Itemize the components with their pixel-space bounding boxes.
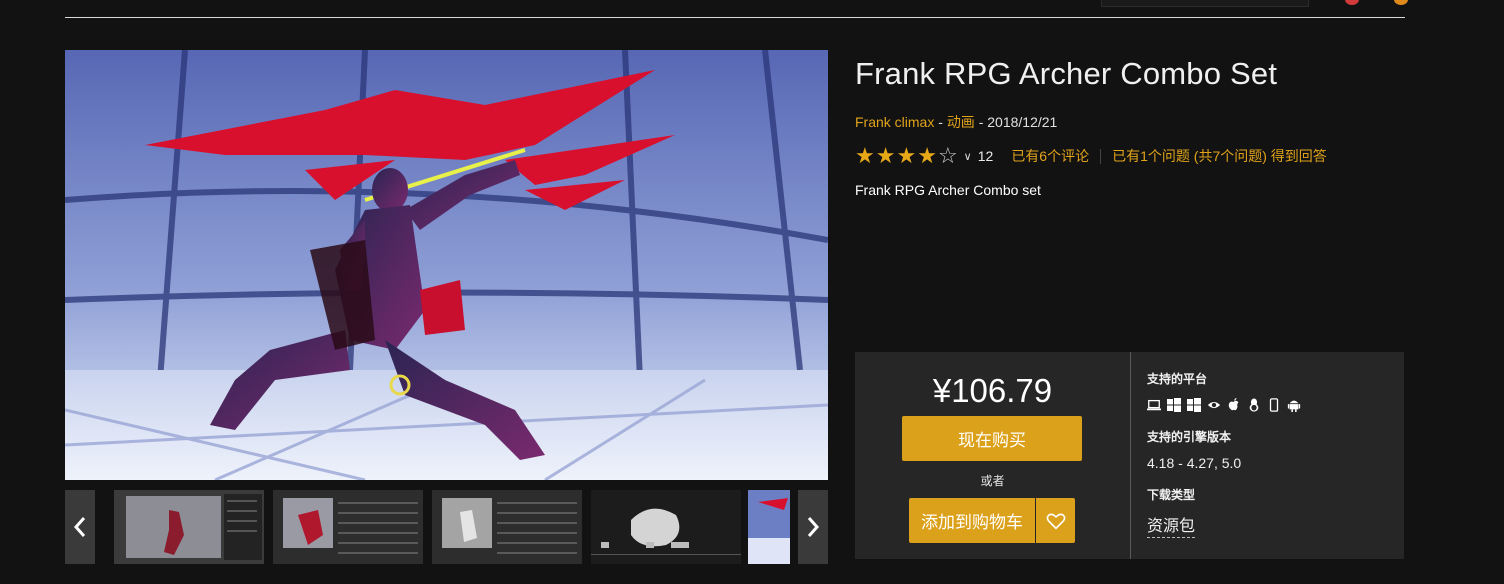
add-to-cart-button[interactable]: 添加到购物车 — [909, 498, 1035, 543]
heart-icon — [1046, 513, 1065, 530]
eye-icon — [1207, 401, 1221, 409]
thumbnail-2[interactable] — [273, 490, 423, 564]
android-icon — [1287, 400, 1301, 412]
header-cart-icon[interactable] — [1394, 0, 1408, 5]
product-title: Frank RPG Archer Combo Set — [855, 56, 1278, 91]
chevron-down-icon[interactable]: ∨ — [964, 150, 972, 163]
download-label: 下载类型 — [1147, 488, 1196, 502]
star-rating[interactable]: ★ ★ ★ ★ ☆ — [855, 145, 959, 167]
purchase-panel: ¥106.79 现在购买 或者 添加到购物车 支持的平台 支持的引擎版本 4.1… — [855, 352, 1404, 559]
product-meta: Frank climax - 动画 - 2018/12/21 — [855, 112, 1057, 132]
engine-label: 支持的引擎版本 — [1147, 430, 1232, 444]
questions-link[interactable]: 已有1个问题 (共7个问题) 得到回答 — [1112, 146, 1327, 166]
divider — [1100, 148, 1102, 164]
star-full-icon: ★ — [896, 143, 917, 168]
engine-versions: 4.18 - 4.27, 5.0 — [1147, 455, 1242, 471]
price: ¥106.79 — [932, 372, 1053, 409]
thumbnail-1[interactable] — [114, 490, 264, 564]
star-full-icon: ★ — [917, 143, 937, 168]
phone-icon — [1269, 398, 1279, 412]
platform-icons — [1147, 398, 1301, 412]
windows-store-icon — [1187, 398, 1201, 412]
linux-icon — [1249, 398, 1259, 412]
rating-count: 12 — [977, 148, 994, 164]
meta-separator: - — [974, 114, 988, 130]
release-date: 2018/12/21 — [987, 114, 1058, 130]
header-search-input[interactable] — [1101, 0, 1309, 7]
category-link[interactable]: 动画 — [947, 114, 975, 130]
thumbnail-5[interactable] — [748, 490, 790, 564]
thumbnail-strip — [65, 490, 828, 564]
download-type[interactable]: 资源包 — [1147, 512, 1196, 538]
reviews-link[interactable]: 已有6个评论 — [1011, 146, 1089, 166]
windows-icon — [1167, 398, 1181, 412]
product-description: Frank RPG Archer Combo set — [855, 182, 1041, 198]
star-empty-icon: ☆ — [937, 143, 958, 168]
apple-icon — [1228, 398, 1239, 411]
gallery-prev-button[interactable] — [65, 490, 95, 564]
laptop-icon — [1147, 399, 1161, 411]
rating-row: ★ ★ ★ ★ ☆ ∨ 12 已有6个评论 已有1个问题 (共7个问题) 得到回… — [855, 145, 1327, 167]
thumbnail-3[interactable] — [432, 490, 582, 564]
chevron-right-icon — [807, 517, 820, 537]
header-divider — [65, 17, 1405, 18]
meta-separator: - — [934, 114, 947, 130]
or-label: 或者 — [980, 474, 1005, 488]
platforms-label: 支持的平台 — [1147, 372, 1208, 386]
panel-divider — [1130, 352, 1131, 559]
wishlist-button[interactable] — [1036, 498, 1075, 543]
buy-now-button[interactable]: 现在购买 — [902, 416, 1082, 461]
thumbnail-4[interactable] — [591, 490, 741, 564]
chevron-left-icon — [73, 517, 86, 537]
star-full-icon: ★ — [875, 143, 896, 168]
gallery-next-button[interactable] — [798, 490, 828, 564]
header-notification-icon[interactable] — [1345, 0, 1359, 5]
author-link[interactable]: Frank climax — [855, 114, 934, 130]
product-hero-image[interactable] — [65, 50, 828, 480]
star-full-icon: ★ — [855, 143, 875, 168]
